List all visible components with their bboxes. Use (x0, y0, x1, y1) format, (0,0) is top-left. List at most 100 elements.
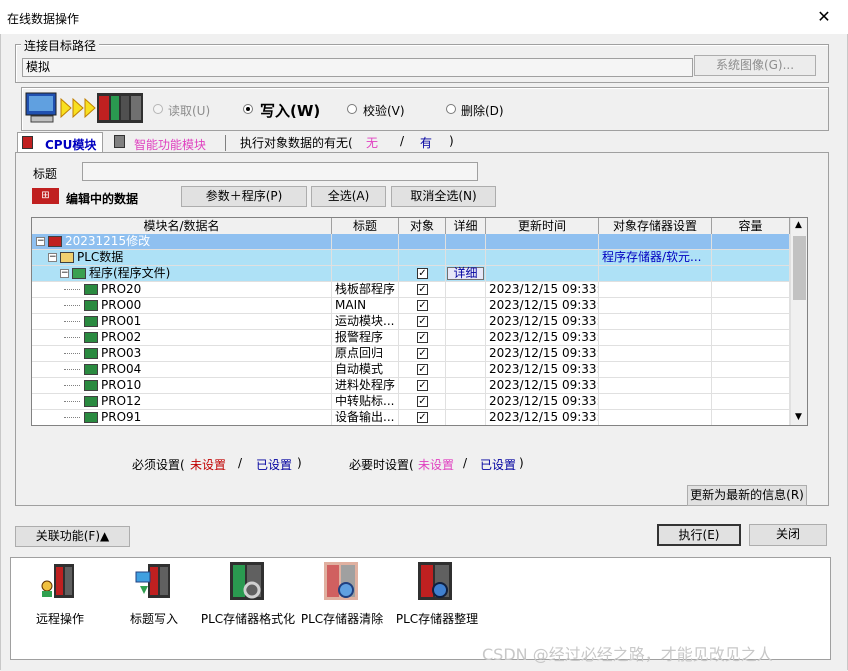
row-target-cell[interactable]: ✓ (399, 282, 446, 298)
row-target-cell[interactable]: ✓ (399, 314, 446, 330)
col-detail[interactable]: 详细 (446, 218, 486, 234)
row-detail-cell[interactable] (446, 282, 486, 298)
col-module-name[interactable]: 模块名/数据名 (32, 218, 332, 234)
target-checkbox[interactable]: ✓ (417, 380, 428, 391)
row-detail-cell[interactable] (446, 314, 486, 330)
table-row[interactable]: PRO02 报警程序 ✓ 2023/12/15 09:33:21 (32, 330, 790, 346)
scroll-thumb[interactable] (793, 236, 806, 300)
row-target-cell[interactable]: ✓ (399, 410, 446, 425)
table-row[interactable]: PRO91 设备输出... ✓ 2023/12/15 09:33:32 (32, 410, 790, 425)
row-detail-cell[interactable] (446, 330, 486, 346)
program-icon (84, 332, 98, 343)
close-icon[interactable]: ✕ (812, 6, 836, 28)
table-row[interactable]: PRO10 进料处程序 ✓ 2023/12/15 09:33:24 (32, 378, 790, 394)
row-target-cell[interactable]: ✓ (399, 346, 446, 362)
system-image-button[interactable]: 系统图像(G)... (694, 55, 816, 76)
table-row[interactable]: PRO12 中转贴标... ✓ 2023/12/15 09:33:25 (32, 394, 790, 410)
row-target-cell[interactable] (399, 234, 446, 250)
target-checkbox[interactable]: ✓ (417, 284, 428, 295)
table-row[interactable]: PRO03 原点回归 ✓ 2023/12/15 09:33:22 (32, 346, 790, 362)
tool-title-write[interactable]: 标题写入 (122, 562, 186, 630)
close-button[interactable]: 关闭 (749, 524, 827, 546)
row-detail-cell[interactable] (446, 346, 486, 362)
col-target[interactable]: 对象 (399, 218, 446, 234)
row-target-cell[interactable]: ✓ (399, 394, 446, 410)
row-detail-cell[interactable] (446, 234, 486, 250)
target-checkbox[interactable]: ✓ (417, 316, 428, 327)
target-checkbox[interactable]: ✓ (417, 412, 428, 423)
row-target-cell[interactable]: ✓ (399, 266, 446, 282)
tree-connector (64, 321, 80, 322)
grid-vertical-scrollbar[interactable]: ▲ ▼ (790, 218, 807, 425)
row-target-cell[interactable] (399, 250, 446, 266)
collapse-icon[interactable]: − (48, 253, 57, 262)
row-detail-cell[interactable] (446, 410, 486, 425)
col-memory-setting[interactable]: 对象存储器设置 (599, 218, 712, 234)
tab-cpu-module[interactable]: CPU模块 (17, 132, 103, 153)
target-checkbox[interactable]: ✓ (417, 332, 428, 343)
required-slash: / (238, 456, 243, 470)
target-checkbox[interactable]: ✓ (417, 348, 428, 359)
row-detail-cell[interactable] (446, 298, 486, 314)
data-tree-grid[interactable]: 模块名/数据名 标题 对象 详细 更新时间 对象存储器设置 容量 −202312… (31, 217, 808, 426)
col-title[interactable]: 标题 (332, 218, 399, 234)
row-update-time: 2023/12/15 09:33:30 (486, 282, 599, 298)
table-row[interactable]: − 程序(程序文件) ✓ 详细 (32, 266, 790, 282)
related-functions-button[interactable]: 关联功能(F)▲ (15, 526, 130, 547)
verify-radio[interactable] (347, 104, 357, 114)
title-field[interactable] (82, 162, 478, 181)
row-detail-cell[interactable]: 详细 (446, 266, 486, 282)
row-name-cell: PRO91 (32, 410, 332, 425)
tab-smart-module[interactable]: 智能功能模块 (110, 134, 228, 152)
row-detail-cell[interactable] (446, 250, 486, 266)
refresh-info-button[interactable]: 更新为最新的信息(R) (687, 485, 807, 506)
detail-button[interactable]: 详细 (447, 267, 484, 280)
table-row[interactable]: − 20231215修改 (32, 234, 790, 250)
col-update-time[interactable]: 更新时间 (486, 218, 599, 234)
target-checkbox[interactable]: ✓ (417, 268, 428, 279)
row-title: 运动模块... (332, 314, 399, 330)
table-row[interactable]: PRO01 运动模块... ✓ 2023/12/15 09:33:20 (32, 314, 790, 330)
col-capacity[interactable]: 容量 (712, 218, 790, 234)
tool-remote-operation[interactable]: 远程操作 (30, 562, 90, 630)
row-name-cell: − 程序(程序文件) (32, 266, 332, 282)
row-detail-cell[interactable] (446, 362, 486, 378)
table-row[interactable]: PRO00 MAIN ✓ 2023/12/15 09:33:19 (32, 298, 790, 314)
tool-plc-memory-clear[interactable]: PLC存储器清除 (298, 560, 386, 630)
tool-title-write-label: 标题写入 (129, 612, 178, 626)
row-target-cell[interactable]: ✓ (399, 330, 446, 346)
tree-connector (64, 369, 80, 370)
table-row[interactable]: − PLC数据 程序存储器/软元... (32, 250, 790, 266)
when-needed-set: 已设置 (480, 458, 517, 472)
row-title: 进料处程序 (332, 378, 399, 394)
write-radio[interactable] (243, 104, 253, 114)
row-title: 原点回归 (332, 346, 399, 362)
tool-plc-memory-organize[interactable]: PLC存储器整理 (392, 560, 482, 630)
tree-connector (64, 401, 80, 402)
row-detail-cell[interactable] (446, 394, 486, 410)
collapse-icon[interactable]: − (60, 269, 69, 278)
table-row[interactable]: PRO04 自动模式 ✓ 2023/12/15 09:33:23 (32, 362, 790, 378)
row-target-cell[interactable]: ✓ (399, 378, 446, 394)
scroll-up-icon[interactable]: ▲ (795, 220, 802, 230)
param-program-button[interactable]: 参数＋程序(P) (181, 186, 307, 207)
row-detail-cell[interactable] (446, 378, 486, 394)
row-target-cell[interactable]: ✓ (399, 298, 446, 314)
target-checkbox[interactable]: ✓ (417, 396, 428, 407)
execute-button[interactable]: 执行(E) (657, 524, 741, 546)
table-row[interactable]: PRO20 栈板部程序 ✓ 2023/12/15 09:33:30 (32, 282, 790, 298)
target-checkbox[interactable]: ✓ (417, 300, 428, 311)
row-target-cell[interactable]: ✓ (399, 362, 446, 378)
collapse-icon[interactable]: − (36, 237, 45, 246)
row-capacity (712, 346, 790, 362)
select-all-button[interactable]: 全选(A) (311, 186, 386, 207)
target-checkbox[interactable]: ✓ (417, 364, 428, 375)
deselect-all-button[interactable]: 取消全选(N) (391, 186, 496, 207)
required-set: 已设置 (256, 458, 293, 472)
delete-radio[interactable] (446, 104, 456, 114)
connection-path-label: 连接目标路径 (21, 37, 100, 54)
tool-plc-memory-format[interactable]: PLC存储器格式化 (200, 560, 296, 630)
row-memory-setting (599, 282, 712, 298)
read-radio[interactable] (153, 104, 163, 114)
scroll-down-icon[interactable]: ▼ (795, 412, 802, 422)
